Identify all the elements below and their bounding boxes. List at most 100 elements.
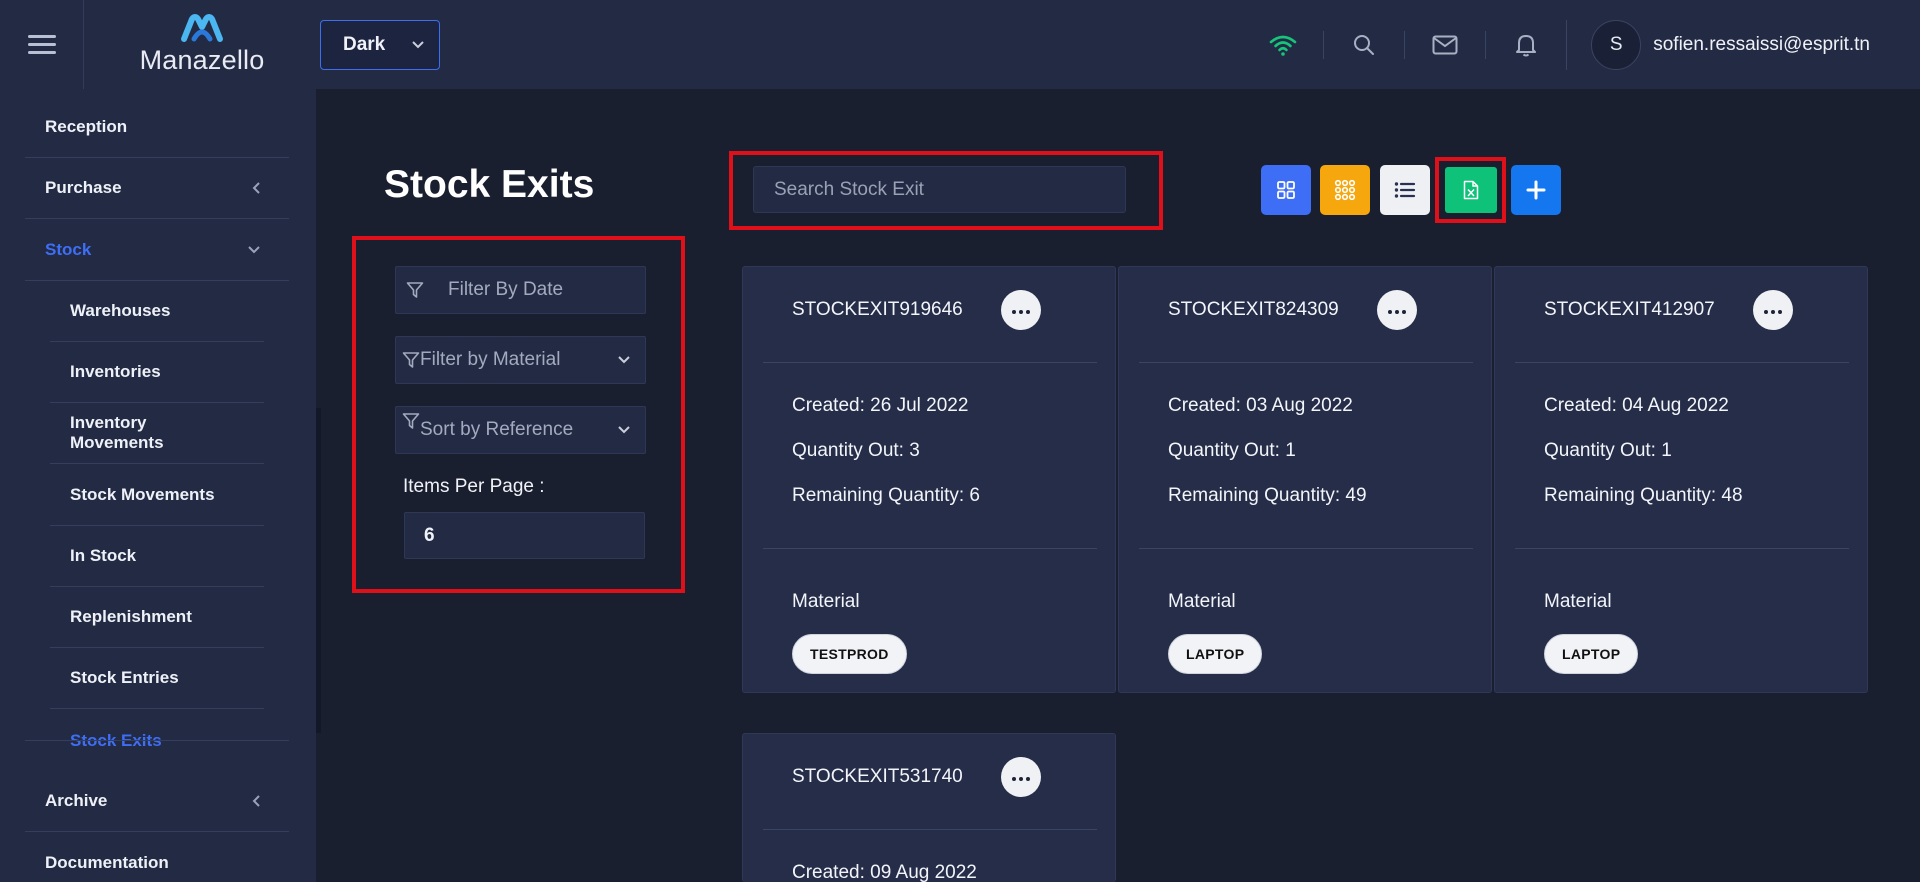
sidebar-item-label: Stock Entries [70, 668, 179, 687]
card-created-date: Created: 04 Aug 2022 [1544, 395, 1729, 416]
more-horizontal-icon [1763, 301, 1784, 319]
card-divider [763, 548, 1097, 549]
sidebar-item-label: Archive [45, 791, 108, 810]
search-icon[interactable] [1324, 0, 1404, 89]
theme-select-value: Dark [343, 33, 386, 55]
sort-by-reference-select[interactable]: Sort by Reference [395, 406, 646, 454]
sidebar-item-reception[interactable]: Reception [25, 97, 289, 158]
filter-icon [402, 412, 420, 430]
user-menu[interactable]: S sofien.ressaissi@esprit.tn [1567, 0, 1920, 89]
export-excel-button[interactable] [1445, 167, 1497, 213]
page-title: Stock Exits [384, 163, 595, 206]
card-divider [763, 829, 1097, 830]
sidebar-item-label: Documentation [45, 852, 169, 872]
stock-exit-card: STOCKEXIT531740 Created: 09 Aug 2022 [742, 733, 1116, 882]
sidebar-item-label: Stock [45, 240, 92, 259]
add-stock-exit-button[interactable] [1511, 165, 1561, 215]
card-more-button[interactable] [1753, 290, 1793, 330]
stock-exit-card: STOCKEXIT824309 Created: 03 Aug 2022 Qua… [1118, 266, 1492, 693]
card-quantity-out: Quantity Out: 1 [1544, 440, 1672, 461]
brand-logo[interactable]: Manazello [84, 13, 320, 76]
card-reference: STOCKEXIT919646 [792, 299, 963, 320]
list-view-button[interactable] [1380, 165, 1430, 215]
stock-exit-card: STOCKEXIT412907 Created: 04 Aug 2022 Qua… [1494, 266, 1868, 693]
filter-icon [400, 281, 430, 299]
more-horizontal-icon [1387, 301, 1408, 319]
sidebar-item-documentation[interactable]: Documentation [25, 832, 289, 882]
more-horizontal-icon [1011, 301, 1032, 319]
wifi-status-icon [1243, 0, 1323, 89]
sidebar-item-label: Purchase [45, 178, 122, 197]
chevron-down-icon [248, 246, 260, 254]
sidebar-item-warehouses[interactable]: Warehouses [50, 281, 264, 342]
hamburger-menu-button[interactable] [0, 0, 84, 89]
card-reference: STOCKEXIT824309 [1168, 299, 1339, 320]
card-divider [1515, 362, 1849, 363]
chevron-down-icon [618, 426, 630, 434]
sidebar-item-in-stock[interactable]: In Stock [50, 526, 264, 587]
sidebar-item-label: In Stock [70, 546, 137, 565]
card-quantity-out: Quantity Out: 1 [1168, 440, 1296, 461]
hamburger-icon [27, 34, 56, 55]
sidebar-scrollbar[interactable] [316, 408, 321, 733]
card-more-button[interactable] [1377, 290, 1417, 330]
sidebar-item-label: Warehouses [70, 301, 171, 320]
card-reference: STOCKEXIT412907 [1544, 299, 1715, 320]
compact-grid-view-button[interactable] [1320, 165, 1370, 215]
sidebar-item-label: Stock Movements [70, 485, 215, 504]
user-email: sofien.ressaissi@esprit.tn [1653, 33, 1870, 55]
bell-icon[interactable] [1486, 0, 1566, 89]
chevron-left-icon [252, 182, 260, 194]
card-remaining-quantity: Remaining Quantity: 49 [1168, 485, 1367, 506]
dots-grid-icon [1334, 179, 1356, 201]
theme-select[interactable]: Dark [320, 19, 440, 70]
card-more-button[interactable] [1001, 290, 1041, 330]
card-material-label: Material [792, 591, 860, 612]
more-horizontal-icon [1011, 768, 1032, 786]
filter-by-date-field[interactable]: Filter By Date [395, 266, 646, 314]
sidebar-item-label: Replenishment [70, 607, 192, 626]
sidebar-item-label: Inventories [70, 362, 161, 381]
card-created-date: Created: 26 Jul 2022 [792, 395, 969, 416]
material-badge: TESTPROD [792, 634, 907, 674]
card-more-button[interactable] [1001, 757, 1041, 797]
items-per-page-input[interactable]: 6 [404, 512, 645, 559]
excel-file-icon [1463, 180, 1479, 200]
card-reference: STOCKEXIT531740 [792, 766, 963, 787]
filter-icon [402, 351, 420, 369]
filter-by-material-placeholder: Filter by Material [420, 349, 561, 370]
material-badge: LAPTOP [1544, 634, 1639, 674]
card-remaining-quantity: Remaining Quantity: 48 [1544, 485, 1743, 506]
items-per-page-label: Items Per Page : [403, 476, 545, 497]
card-quantity-out: Quantity Out: 3 [792, 440, 920, 461]
sidebar-item-stock[interactable]: Stock [25, 220, 289, 281]
sidebar-item-inventory-movements[interactable]: Inventory Movements [50, 403, 264, 464]
sidebar-item-replenishment[interactable]: Replenishment [50, 587, 264, 648]
card-divider [1515, 548, 1849, 549]
chevron-down-icon [618, 356, 630, 364]
sidebar-divider [25, 740, 289, 741]
card-divider [763, 362, 1097, 363]
sidebar-item-label: Inventory Movements [70, 413, 164, 452]
list-icon [1394, 182, 1416, 198]
brand-name: Manazello [139, 45, 265, 75]
material-badge: LAPTOP [1168, 634, 1263, 674]
filter-by-material-select[interactable]: Filter by Material [395, 336, 646, 384]
sidebar-item-stock-entries[interactable]: Stock Entries [50, 648, 264, 709]
chevron-down-icon [412, 40, 424, 48]
search-input[interactable] [753, 166, 1126, 213]
card-remaining-quantity: Remaining Quantity: 6 [792, 485, 980, 506]
grid-view-icon [1277, 181, 1295, 199]
stock-exit-card: STOCKEXIT919646 Created: 26 Jul 2022 Qua… [742, 266, 1116, 693]
sidebar-item-inventories[interactable]: Inventories [50, 342, 264, 403]
grid-view-button[interactable] [1261, 165, 1311, 215]
card-created-date: Created: 09 Aug 2022 [792, 862, 977, 882]
sort-by-reference-placeholder: Sort by Reference [420, 419, 574, 440]
mail-icon[interactable] [1405, 0, 1485, 89]
sidebar-item-label: Reception [45, 117, 128, 136]
card-material-label: Material [1168, 591, 1236, 612]
sidebar-item-archive[interactable]: Archive [25, 771, 289, 832]
sidebar-item-purchase[interactable]: Purchase [25, 158, 289, 219]
top-header: Manazello Dark S sofien.ressaissi@esprit… [0, 0, 1920, 89]
sidebar-item-stock-movements[interactable]: Stock Movements [50, 465, 264, 526]
